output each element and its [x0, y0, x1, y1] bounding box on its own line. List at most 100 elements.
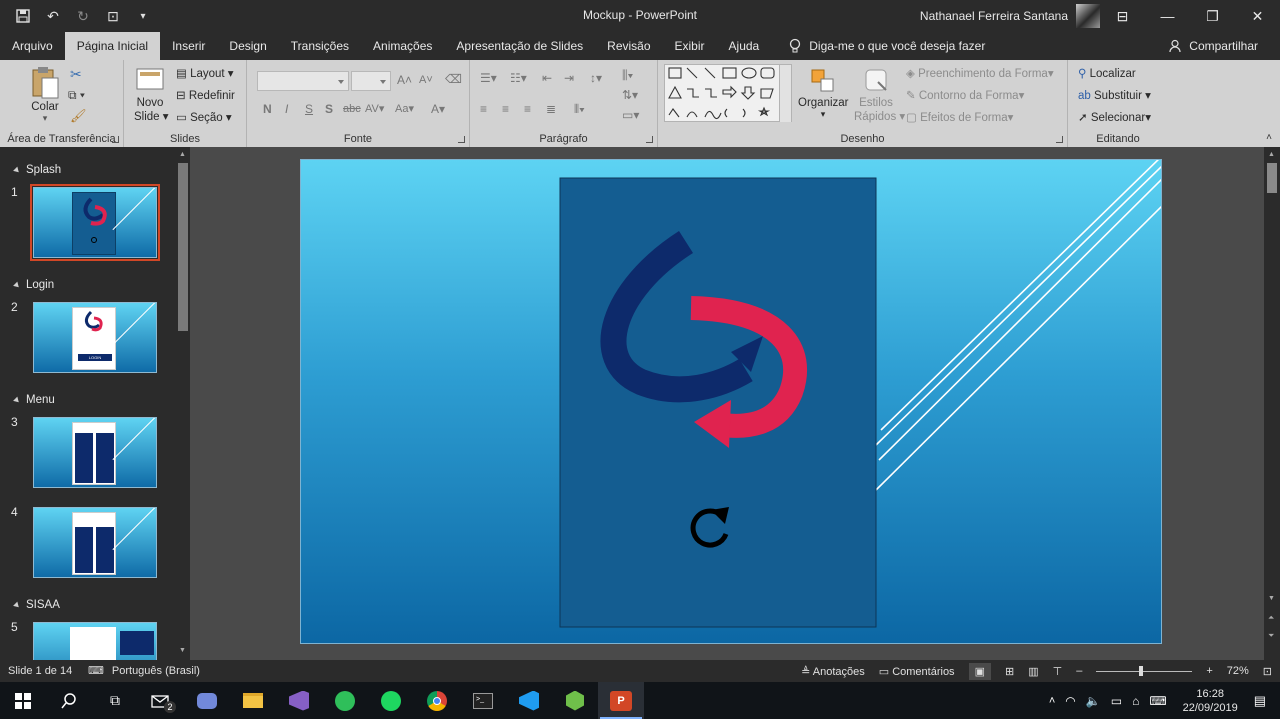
language-indicator[interactable]: ⌨ Português (Brasil): [88, 664, 200, 678]
slide-thumbnail-1[interactable]: [30, 184, 160, 261]
gallery-up-button[interactable]: [779, 65, 791, 84]
select-button[interactable]: ➚ Selecionar▾: [1078, 110, 1151, 124]
align-left-button[interactable]: ≡: [480, 102, 487, 116]
next-slide-icon[interactable]: ⏷: [1268, 631, 1274, 641]
tab-ajuda[interactable]: Ajuda: [717, 32, 772, 60]
tab-inserir[interactable]: Inserir: [160, 32, 217, 60]
section-header-sisaa[interactable]: SISAA: [13, 599, 60, 611]
zoom-out-button[interactable]: –: [1076, 665, 1082, 677]
paste-dropdown[interactable]: ▾: [30, 113, 60, 124]
strikethrough-button[interactable]: abc: [343, 103, 361, 115]
align-text-button[interactable]: ▭▾: [622, 108, 639, 122]
account-area[interactable]: Nathanael Ferreira Santana: [920, 0, 1100, 32]
font-size-combo[interactable]: [351, 71, 391, 91]
slide-thumbnail-3[interactable]: [33, 417, 157, 488]
tab-design[interactable]: Design: [217, 32, 278, 60]
taskbar-whatsapp[interactable]: [322, 682, 368, 719]
copy-button[interactable]: ⧉ ▾: [68, 88, 85, 103]
quick-styles-button[interactable]: Estilos Rápidos ▾: [854, 68, 905, 123]
notifications-icon[interactable]: ▤: [1254, 693, 1266, 709]
zoom-in-button[interactable]: +: [1206, 665, 1212, 677]
grow-font-button[interactable]: A˄: [397, 73, 412, 87]
normal-view-button[interactable]: ▣: [968, 662, 991, 680]
shape-effects-button[interactable]: ▢ Efeitos de Forma▾: [906, 110, 1013, 124]
fit-slide-button[interactable]: ⊡: [1263, 665, 1272, 678]
taskbar-powerpoint[interactable]: P: [598, 682, 644, 719]
taskbar-explorer[interactable]: [230, 682, 276, 719]
start-from-beginning-button[interactable]: ⊡: [100, 3, 126, 29]
bullets-button[interactable]: ☰▾: [480, 71, 497, 85]
taskbar-terminal[interactable]: >_: [460, 682, 506, 719]
avatar[interactable]: [1076, 4, 1100, 28]
notes-button[interactable]: ≜ Anotações: [801, 665, 865, 678]
section-header-splash[interactable]: Splash: [13, 164, 61, 176]
previous-slide-icon[interactable]: ⏶: [1268, 613, 1274, 623]
align-center-button[interactable]: ≡: [502, 102, 509, 116]
battery-icon[interactable]: ▭: [1111, 694, 1122, 708]
format-painter-button[interactable]: 🖌: [70, 108, 87, 124]
zoom-level[interactable]: 72%: [1227, 665, 1249, 677]
clipboard-launcher[interactable]: [112, 136, 119, 143]
tab-arquivo[interactable]: Arquivo: [0, 32, 65, 60]
ribbon-display-options-button[interactable]: ⊟: [1100, 0, 1145, 32]
columns-button[interactable]: ⫼▾: [622, 68, 633, 83]
tab-pagina-inicial[interactable]: Página Inicial: [64, 32, 161, 60]
taskbar-visual-studio[interactable]: [276, 682, 322, 719]
restore-button[interactable]: ❐: [1190, 0, 1235, 32]
shape-fill-button[interactable]: ◈ Preenchimento da Forma▾: [906, 66, 1054, 80]
current-slide[interactable]: [300, 159, 1162, 644]
phone-mockup-card[interactable]: [559, 177, 877, 628]
shadow-button[interactable]: S: [325, 102, 333, 116]
replace-button[interactable]: ab Substituir ▾: [1078, 88, 1151, 102]
section-header-menu[interactable]: Menu: [13, 394, 55, 406]
collapse-ribbon-button[interactable]: ˄: [1266, 132, 1272, 143]
editor-scroll-thumb[interactable]: [1267, 163, 1277, 193]
align-right-button[interactable]: ≡: [524, 102, 531, 116]
text-direction-button[interactable]: ⇅▾: [622, 88, 638, 102]
tab-transicoes[interactable]: Transições: [279, 32, 361, 60]
tab-exibir[interactable]: Exibir: [663, 32, 717, 60]
decrease-indent-button[interactable]: ⇤: [542, 71, 552, 85]
paragraph-launcher[interactable]: [646, 136, 653, 143]
reading-view-button[interactable]: ▥: [1028, 665, 1038, 678]
undo-button[interactable]: ↶: [40, 3, 66, 29]
increase-indent-button[interactable]: ⇥: [564, 71, 574, 85]
close-button[interactable]: ✕: [1235, 0, 1280, 32]
thumbnails-scrollbar[interactable]: ▲ ▼: [176, 147, 190, 660]
redo-button[interactable]: ↻: [70, 3, 96, 29]
slide-sorter-button[interactable]: ⊞: [1005, 665, 1014, 678]
reset-button[interactable]: ⊟ Redefinir: [176, 88, 235, 102]
taskbar-mail[interactable]: 2: [138, 682, 184, 719]
tab-revisao[interactable]: Revisão: [595, 32, 662, 60]
section-button[interactable]: ▭ Seção ▾: [176, 110, 232, 124]
paste-button[interactable]: Colar ▾: [30, 66, 60, 124]
taskbar-vscode[interactable]: [506, 682, 552, 719]
shrink-font-button[interactable]: A˅: [419, 74, 433, 86]
start-button[interactable]: [0, 682, 46, 719]
tab-apresentacao[interactable]: Apresentação de Slides: [444, 32, 595, 60]
taskbar-android-studio[interactable]: [552, 682, 598, 719]
line-spacing-button[interactable]: ↕▾: [590, 71, 602, 85]
change-case-button[interactable]: Aa▾: [395, 102, 414, 115]
slideshow-button[interactable]: ⊤: [1053, 665, 1063, 678]
minimize-button[interactable]: —: [1145, 0, 1190, 32]
slide-thumbnail-2[interactable]: LOGIN: [33, 302, 157, 373]
task-view-button[interactable]: ⧉: [92, 682, 138, 719]
cut-button[interactable]: ✂: [70, 66, 82, 83]
customize-qat-button[interactable]: ▾: [130, 3, 156, 29]
tab-animacoes[interactable]: Animações: [361, 32, 444, 60]
arrange-button[interactable]: Organizar ▾: [798, 68, 849, 120]
bold-button[interactable]: N: [263, 102, 272, 116]
font-name-combo[interactable]: [257, 71, 349, 91]
layout-button[interactable]: ▤ Layout ▾: [176, 66, 234, 80]
share-button[interactable]: Compartilhar: [1169, 32, 1258, 60]
show-hidden-icons-button[interactable]: ˄: [1049, 695, 1055, 707]
numbering-button[interactable]: ☷▾: [510, 71, 527, 85]
gallery-more-button[interactable]: [779, 103, 791, 122]
thumbnails-scroll-thumb[interactable]: [178, 163, 188, 331]
taskbar-chrome[interactable]: [414, 682, 460, 719]
slide-thumbnail-4[interactable]: [33, 507, 157, 578]
editor-scrollbar[interactable]: ▲ ▼ ⏶ ⏷: [1264, 147, 1280, 660]
usb-icon[interactable]: ⌂: [1132, 694, 1139, 708]
new-slide-button[interactable]: Novo Slide ▾: [134, 66, 169, 123]
